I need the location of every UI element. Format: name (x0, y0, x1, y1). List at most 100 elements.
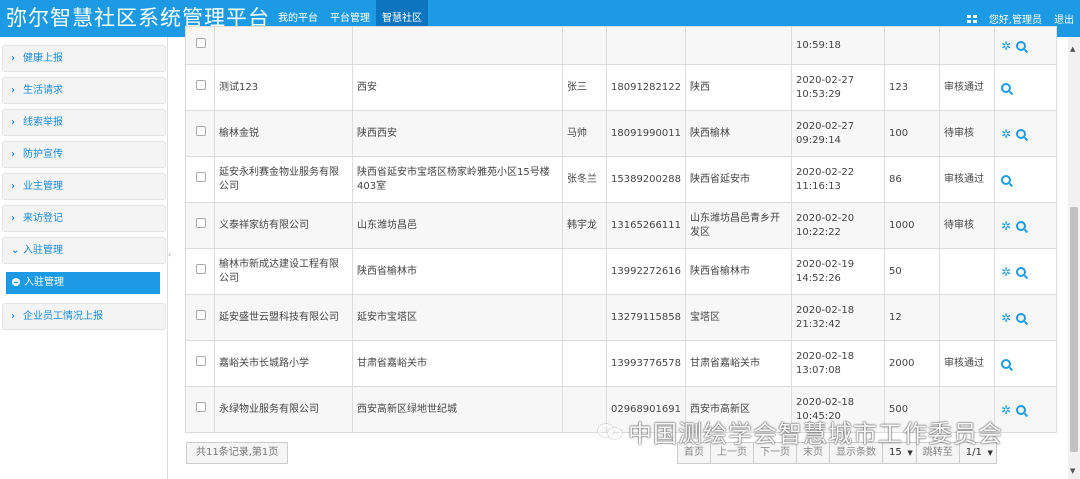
cell-date: 2020-02-18 13:07:08 (791, 340, 885, 387)
row-checkbox[interactable] (196, 264, 206, 274)
grid-icon[interactable] (966, 14, 977, 23)
wechat-icon (598, 422, 624, 440)
gear-icon[interactable]: ✲ (1001, 40, 1011, 52)
row-select-cell (185, 26, 215, 65)
sidebar-item-settlement-management[interactable]: ⌄ 入驻管理 (2, 237, 166, 264)
cell-phone: 13993776578 (606, 340, 686, 387)
search-icon[interactable] (1016, 404, 1027, 415)
cell-name: 测试123 (214, 64, 353, 111)
gear-icon[interactable]: ✲ (1001, 266, 1011, 278)
cell-name: 义泰祥家纺有限公司 (214, 202, 353, 249)
chevron-down-icon: ⌄ (11, 245, 20, 256)
cell-actions: ✲ (994, 26, 1057, 65)
watermark-text: 中国测绘学会智慧城市工作委员会 (628, 420, 1003, 448)
search-icon[interactable] (1001, 82, 1011, 93)
cell-name (214, 26, 353, 65)
cell-status: 审核通过 (939, 64, 995, 111)
sidebar-item-label: 健康上报 (23, 53, 63, 64)
cell-count: 100 (884, 110, 940, 157)
cell-status (939, 294, 995, 341)
cell-actions: ✲ (994, 386, 1057, 433)
search-icon[interactable] (1016, 128, 1027, 139)
cell-phone (606, 26, 686, 65)
cell-actions (994, 156, 1057, 203)
row-select-cell (185, 110, 215, 157)
sidebar-collapse-handle[interactable]: ‹ (168, 250, 174, 260)
sidebar-item-label: 来访登记 (23, 213, 63, 224)
search-icon[interactable] (1016, 266, 1027, 277)
search-icon[interactable] (1001, 174, 1011, 185)
sidebar-item-employee-report[interactable]: › 企业员工情况上报 (2, 303, 166, 330)
sidebar-item-label: 企业员工情况上报 (23, 311, 103, 322)
search-icon[interactable] (1001, 358, 1011, 369)
sidebar-item-health-report[interactable]: › 健康上报 (2, 45, 166, 72)
row-checkbox[interactable] (196, 356, 206, 366)
sidebar-subitem-settlement-management[interactable]: 入驻管理 (6, 272, 160, 294)
sidebar-item-label: 生活请求 (23, 85, 63, 96)
cell-contact (562, 26, 607, 65)
row-checkbox[interactable] (196, 126, 206, 136)
user-greeting[interactable]: 您好,管理员 (989, 11, 1042, 26)
sidebar-item-label: 入驻管理 (23, 245, 63, 256)
sidebar-item-clue-report[interactable]: › 线索举报 (2, 109, 166, 136)
row-select-cell (185, 386, 215, 433)
cell-contact: 张三 (562, 64, 607, 111)
cell-address (352, 26, 563, 65)
row-checkbox[interactable] (196, 172, 206, 182)
watermark: 中国测绘学会智慧城市工作委员会 (598, 414, 1003, 449)
gear-icon[interactable]: ✲ (1001, 312, 1011, 324)
sidebar-item-protection-promo[interactable]: › 防护宣传 (2, 141, 166, 168)
chevron-right-icon: › (11, 117, 16, 128)
sidebar: › 健康上报 › 生活请求 › 线索举报 › 防护宣传 › 业主管理 › 来访登记 ⌄ 入驻管… (0, 37, 168, 479)
gear-icon[interactable]: ✲ (1001, 220, 1011, 232)
search-icon[interactable] (1016, 40, 1027, 51)
cell-count: 86 (884, 156, 940, 203)
row-select-cell (185, 294, 215, 341)
cell-contact: 马帅 (562, 110, 607, 157)
logout-link[interactable]: 退出 (1054, 11, 1074, 26)
row-checkbox[interactable] (196, 310, 206, 320)
cell-address: 山东潍坊昌邑 (352, 202, 563, 249)
cell-actions: ✲ (994, 294, 1057, 341)
scroll-up-arrow-icon[interactable]: ▲ (1070, 45, 1075, 53)
settlement-table-container: 10:59:18 ✲ 测试123 西安 张三 18091282122 陕西 2020-02-2… (185, 26, 1057, 433)
table-row: 榆林金锐 陕西西安 马帅 18091990011 陕西榆林 2020-02-27 09:2… (185, 110, 1057, 157)
sidebar-subitem-label: 入驻管理 (24, 277, 64, 288)
row-select-cell (185, 202, 215, 249)
cell-phone: 13279115858 (606, 294, 686, 341)
sidebar-item-life-requests[interactable]: › 生活请求 (2, 77, 166, 104)
cell-phone: 18091990011 (606, 110, 686, 157)
cell-status (939, 248, 995, 295)
row-checkbox[interactable] (196, 80, 206, 90)
row-checkbox[interactable] (196, 218, 206, 228)
row-checkbox[interactable] (196, 402, 206, 412)
cell-count: 1000 (884, 202, 940, 249)
chevron-right-icon: › (11, 181, 16, 192)
cell-region: 甘肃省嘉峪关市 (685, 340, 792, 387)
cell-address: 甘肃省嘉峪关市 (352, 340, 563, 387)
sidebar-item-label: 线索举报 (23, 117, 63, 128)
cell-actions (994, 64, 1057, 111)
scroll-thumb[interactable] (1070, 207, 1078, 452)
cell-actions: ✲ (994, 110, 1057, 157)
cell-name: 延安盛世云盟科技有限公司 (214, 294, 353, 341)
chevron-right-icon: › (11, 213, 16, 224)
row-checkbox[interactable] (196, 38, 206, 48)
cell-date: 2020-02-22 11:16:13 (791, 156, 885, 203)
search-icon[interactable] (1016, 220, 1027, 231)
search-icon[interactable] (1016, 312, 1027, 323)
minus-circle-icon (12, 278, 20, 286)
row-select-cell (185, 340, 215, 387)
cell-status: 待审核 (939, 202, 995, 249)
cell-contact: 张冬兰 (562, 156, 607, 203)
scroll-down-arrow-icon[interactable]: ▼ (1070, 467, 1075, 475)
chevron-right-icon: › (11, 149, 16, 160)
cell-address: 延安市宝塔区 (352, 294, 563, 341)
sidebar-item-visitor-registration[interactable]: › 来访登记 (2, 205, 166, 232)
chevron-right-icon: › (11, 311, 16, 322)
table-row: 义泰祥家纺有限公司 山东潍坊昌邑 韩宇龙 13165266111 山东潍坊昌邑青乡开发区… (185, 202, 1057, 249)
vertical-scrollbar[interactable]: ▲ ▼ (1068, 37, 1080, 479)
sidebar-item-owner-management[interactable]: › 业主管理 (2, 173, 166, 200)
gear-icon[interactable]: ✲ (1001, 128, 1011, 140)
row-select-cell (185, 248, 215, 295)
